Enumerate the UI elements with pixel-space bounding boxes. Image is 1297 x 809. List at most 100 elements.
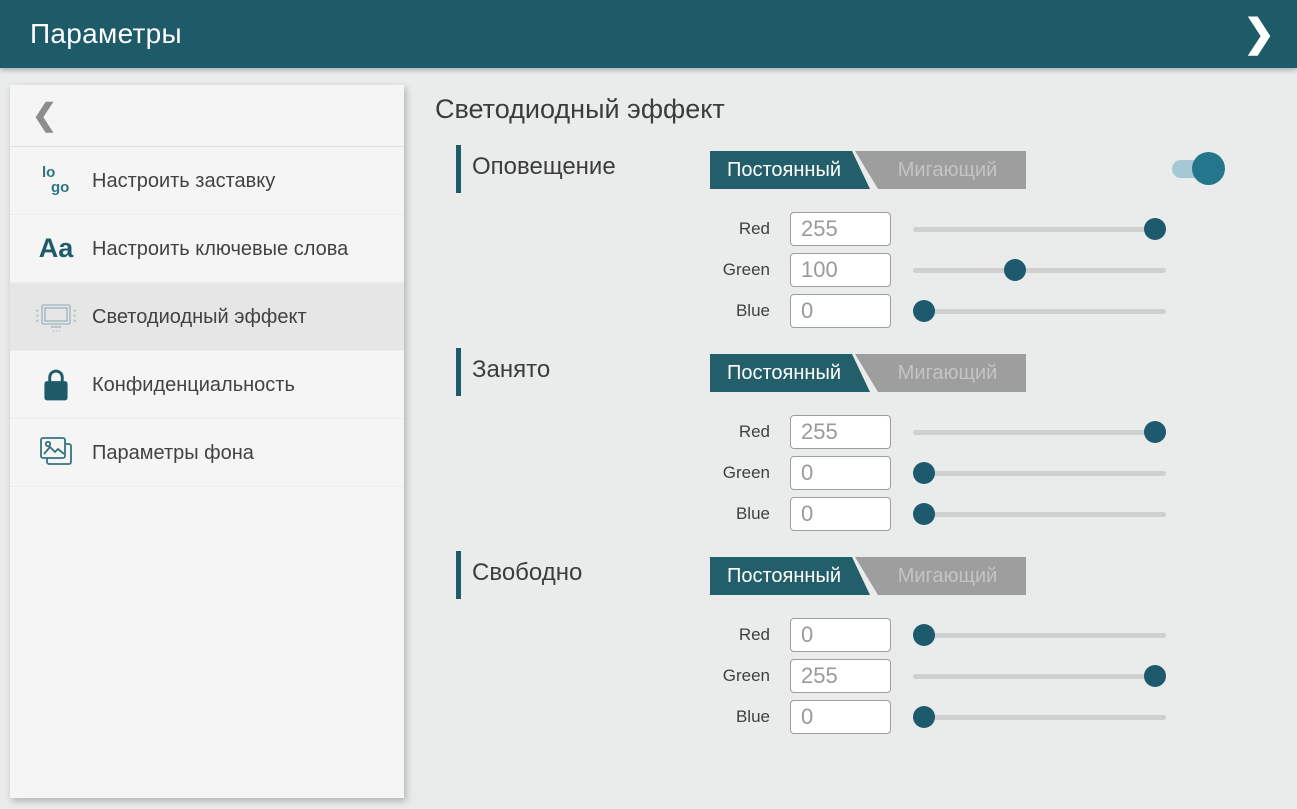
- section-notification: Оповещение Постоянный Мигающий Red: [434, 145, 1297, 328]
- channel-label: Green: [434, 463, 790, 483]
- section-title: Занято: [472, 356, 550, 384]
- channel-slider[interactable]: [913, 456, 1166, 490]
- section-accent-bar: [456, 551, 461, 599]
- sidebar-collapse-button[interactable]: ❮: [10, 85, 404, 147]
- channel-label: Red: [434, 219, 790, 239]
- channel-slider[interactable]: [913, 212, 1166, 246]
- channel-label: Red: [434, 625, 790, 645]
- channel-value-input[interactable]: [790, 415, 891, 449]
- slider-thumb[interactable]: [913, 624, 935, 646]
- channel-slider[interactable]: [913, 497, 1166, 531]
- page-title: Параметры: [30, 18, 182, 50]
- back-chevron-icon: ❮: [32, 101, 57, 131]
- slider-thumb[interactable]: [913, 503, 935, 525]
- settings-window: Параметры ❯ ❮ logo Настроить заставку Aa…: [0, 0, 1297, 809]
- led-monitor-icon: [34, 299, 78, 335]
- color-slider-row: Red: [434, 618, 1297, 652]
- mode-segmented-control: Постоянный Мигающий: [710, 354, 1026, 392]
- sidebar-item-label: Настроить ключевые слова: [92, 236, 348, 262]
- app-header: Параметры ❯: [0, 0, 1297, 68]
- slider-thumb[interactable]: [1144, 218, 1166, 240]
- mode-option-blinking[interactable]: Мигающий: [855, 557, 1026, 595]
- sidebar-item-background[interactable]: Параметры фона: [10, 419, 404, 487]
- slider-track: [913, 512, 1166, 517]
- channel-value-input[interactable]: [790, 212, 891, 246]
- channel-value-input[interactable]: [790, 497, 891, 531]
- sidebar-item-label: Конфиденциальность: [92, 372, 295, 398]
- slider-thumb[interactable]: [1144, 665, 1166, 687]
- color-slider-row: Blue: [434, 700, 1297, 734]
- slider-thumb[interactable]: [913, 706, 935, 728]
- section-free: Свободно Постоянный Мигающий Red: [434, 551, 1297, 734]
- color-slider-row: Blue: [434, 294, 1297, 328]
- channel-label: Blue: [434, 301, 790, 321]
- channel-label: Blue: [434, 504, 790, 524]
- mode-option-blinking[interactable]: Мигающий: [855, 354, 1026, 392]
- sidebar-item-screensaver[interactable]: logo Настроить заставку: [10, 147, 404, 215]
- notification-led-toggle[interactable]: [1172, 157, 1216, 181]
- channel-label: Green: [434, 260, 790, 280]
- slider-track: [913, 430, 1166, 435]
- slider-track: [913, 633, 1166, 638]
- mode-segmented-control: Постоянный Мигающий: [710, 151, 1026, 189]
- sidebar-item-keywords[interactable]: Aa Настроить ключевые слова: [10, 215, 404, 283]
- channel-value-input[interactable]: [790, 618, 891, 652]
- sidebar-item-privacy[interactable]: Конфиденциальность: [10, 351, 404, 419]
- section-header: Свободно Постоянный Мигающий: [434, 551, 1297, 599]
- mode-option-constant[interactable]: Постоянный: [710, 557, 870, 595]
- channel-value-input[interactable]: [790, 253, 891, 287]
- mode-segmented-control: Постоянный Мигающий: [710, 557, 1026, 595]
- mode-option-constant[interactable]: Постоянный: [710, 354, 870, 392]
- channel-label: Red: [434, 422, 790, 442]
- color-slider-row: Green: [434, 456, 1297, 490]
- slider-track: [913, 268, 1166, 273]
- color-slider-row: Green: [434, 659, 1297, 693]
- channel-slider[interactable]: [913, 618, 1166, 652]
- mode-option-blinking[interactable]: Мигающий: [855, 151, 1026, 189]
- color-slider-row: Red: [434, 212, 1297, 246]
- slider-track: [913, 471, 1166, 476]
- channel-slider[interactable]: [913, 659, 1166, 693]
- slider-track: [913, 674, 1166, 679]
- channel-value-input[interactable]: [790, 700, 891, 734]
- slider-track: [913, 309, 1166, 314]
- slider-track: [913, 715, 1166, 720]
- section-header: Занято Постоянный Мигающий: [434, 348, 1297, 396]
- slider-thumb[interactable]: [1144, 421, 1166, 443]
- slider-track: [913, 227, 1166, 232]
- channel-slider[interactable]: [913, 253, 1166, 287]
- section-accent-bar: [456, 348, 461, 396]
- slider-thumb[interactable]: [913, 300, 935, 322]
- led-effect-panel: Светодиодный эффект Оповещение Постоянны…: [434, 68, 1297, 809]
- section-title: Свободно: [472, 559, 582, 587]
- mode-option-constant[interactable]: Постоянный: [710, 151, 870, 189]
- sidebar-item-led-effect[interactable]: Светодиодный эффект: [10, 283, 404, 351]
- lock-icon: [34, 367, 78, 403]
- channel-value-input[interactable]: [790, 659, 891, 693]
- slider-thumb[interactable]: [913, 462, 935, 484]
- section-title: Оповещение: [472, 153, 616, 181]
- channel-value-input[interactable]: [790, 456, 891, 490]
- forward-chevron-icon[interactable]: ❯: [1243, 15, 1275, 53]
- channel-slider[interactable]: [913, 700, 1166, 734]
- color-slider-row: Green: [434, 253, 1297, 287]
- section-accent-bar: [456, 145, 461, 193]
- channel-slider[interactable]: [913, 415, 1166, 449]
- color-slider-row: Red: [434, 415, 1297, 449]
- sidebar-item-label: Настроить заставку: [92, 168, 275, 194]
- channel-value-input[interactable]: [790, 294, 891, 328]
- sidebar-item-label: Параметры фона: [92, 440, 254, 466]
- sidebar-item-label: Светодиодный эффект: [92, 304, 307, 330]
- keywords-aa-icon: Aa: [34, 235, 78, 262]
- background-images-icon: [34, 434, 78, 472]
- section-busy: Занято Постоянный Мигающий Red: [434, 348, 1297, 531]
- panel-title: Светодиодный эффект: [435, 94, 1297, 125]
- sidebar: ❮ logo Настроить заставку Aa Настроить к…: [10, 85, 404, 798]
- logo-icon: logo: [34, 166, 78, 195]
- channel-slider[interactable]: [913, 294, 1166, 328]
- channel-label: Blue: [434, 707, 790, 727]
- slider-thumb[interactable]: [1004, 259, 1026, 281]
- channel-label: Green: [434, 666, 790, 686]
- toggle-knob: [1192, 152, 1225, 185]
- color-slider-row: Blue: [434, 497, 1297, 531]
